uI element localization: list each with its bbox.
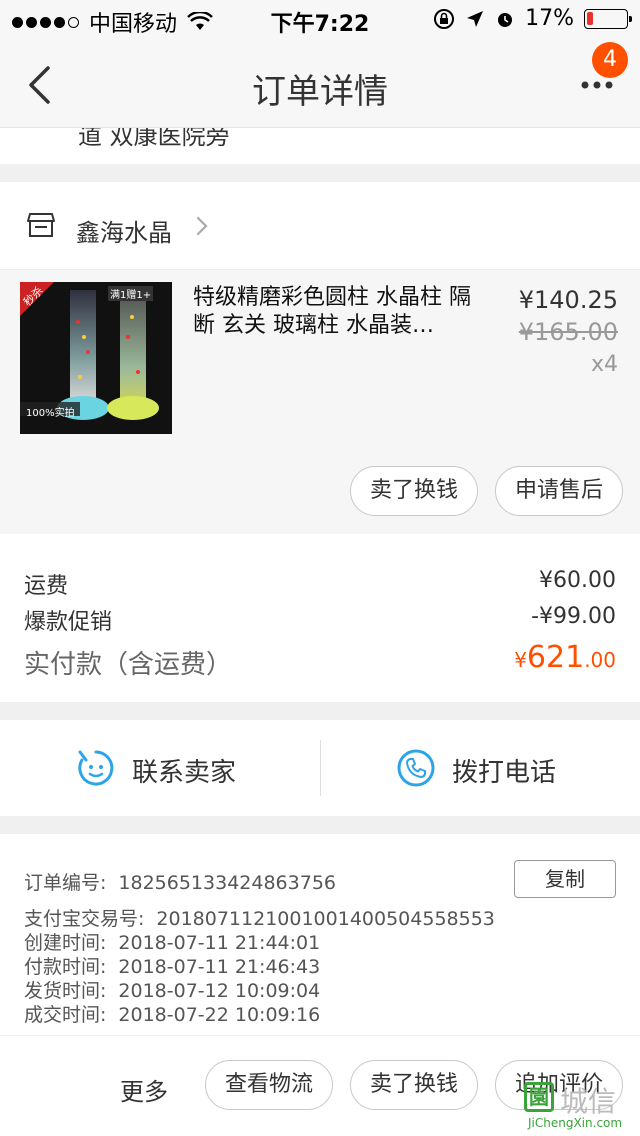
watermark-box: 園 <box>524 1082 554 1112</box>
battery-icon <box>584 8 632 29</box>
info-value: 2018-07-22 10:09:16 <box>118 1004 321 1026</box>
call-phone-button[interactable]: 拨打电话 <box>320 720 640 816</box>
promo-label: 爆款促销 <box>24 610 113 635</box>
status-bar: 中国移动 下午7:22 17% <box>0 0 640 40</box>
copy-button[interactable]: 复制 <box>514 860 616 898</box>
info-value: 2018071121001001400504558553 <box>156 908 495 930</box>
fee-summary: 运费 ¥60.00 爆款促销 -¥99.00 实付款（含运费） ¥621.00 <box>0 534 640 702</box>
product-price: ¥140.25 <box>518 286 618 314</box>
paid-time-row: 付款时间: 2018-07-11 21:46:43 <box>24 952 320 979</box>
alipay-number-row: 支付宝交易号: 2018071121001001400504558553 <box>24 904 495 931</box>
product-title: 特级精磨彩色圆柱 水晶柱 隔断 玄关 玻璃柱 水晶装… <box>193 285 471 338</box>
total-currency: ¥ <box>514 648 527 672</box>
promo-value: -¥99.00 <box>531 604 616 629</box>
status-right: 17% <box>433 6 632 31</box>
address-text: 道 双康医院旁 <box>78 128 230 150</box>
info-key: 成交时间: <box>24 1004 107 1026</box>
shipped-time-row: 发货时间: 2018-07-12 10:09:04 <box>24 976 320 1003</box>
shipping-label: 运费 <box>24 574 69 599</box>
store-icon <box>27 213 55 237</box>
battery-fill <box>587 11 593 25</box>
info-key: 付款时间: <box>24 956 107 978</box>
real-photo-tag: 100%实拍 <box>26 408 75 419</box>
info-key: 订单编号: <box>24 872 107 894</box>
created-time-row: 创建时间: 2018-07-11 21:44:01 <box>24 928 320 955</box>
after-sale-button[interactable]: 申请售后 <box>495 466 623 516</box>
sell-button[interactable]: 卖了换钱 <box>350 466 478 516</box>
total-label: 实付款（含运费） <box>24 650 233 680</box>
buy-one-get-one-tag: 满1赠1+ <box>108 286 154 301</box>
phone-icon <box>397 749 435 787</box>
contact-seller-label: 联系卖家 <box>132 758 237 788</box>
completed-time-row: 成交时间: 2018-07-22 10:09:16 <box>24 1000 320 1027</box>
watermark-en: JiChengXin.com <box>528 1116 623 1130</box>
info-key: 创建时间: <box>24 932 107 954</box>
product-image[interactable]: 秒杀 满1赠1+ 100%实拍 <box>20 282 172 434</box>
product-original-price: ¥165.00 <box>518 318 618 346</box>
alarm-icon <box>498 12 513 27</box>
notification-badge: 4 <box>592 42 628 78</box>
order-info: 订单编号: 182565133424863756 复制 支付宝交易号: 201807… <box>0 834 640 1036</box>
item-actions: 卖了换钱 申请售后 <box>0 446 640 534</box>
total-integer: 621 <box>526 640 585 675</box>
battery-percent: 17% <box>525 6 574 31</box>
sell-again-button[interactable]: 卖了换钱 <box>350 1060 478 1110</box>
info-value: 2018-07-11 21:46:43 <box>118 956 321 978</box>
info-value: 182565133424863756 <box>118 872 336 894</box>
info-key: 发货时间: <box>24 980 107 1002</box>
contact-bar: 联系卖家 拨打电话 <box>0 720 640 816</box>
info-value: 2018-07-11 21:44:01 <box>118 932 321 954</box>
call-phone-label: 拨打电话 <box>452 758 557 788</box>
shop-name: 鑫海水晶 <box>76 219 172 247</box>
product-quantity: x4 <box>590 352 618 377</box>
watermark-logo: 園 城信 JiChengXin.com <box>520 1078 634 1132</box>
total-value: ¥621.00 <box>514 640 616 675</box>
contact-seller-button[interactable]: 联系卖家 <box>0 720 320 816</box>
more-button[interactable]: 更多 <box>120 1072 168 1107</box>
total-decimal: .00 <box>584 648 616 672</box>
shipping-value: ¥60.00 <box>539 568 616 593</box>
shop-header[interactable]: 鑫海水晶 <box>0 182 640 270</box>
view-logistics-button[interactable]: 查看物流 <box>205 1060 333 1110</box>
chat-face-icon <box>78 750 114 786</box>
rotation-lock-icon <box>434 8 455 29</box>
order-item[interactable]: 秒杀 满1赠1+ 100%实拍 特级精磨彩色圆柱 水晶柱 隔断 玄关 玻璃柱 水… <box>0 270 640 446</box>
page-title: 订单详情 <box>252 72 388 112</box>
nav-bar: 订单详情 4 <box>0 40 640 128</box>
info-key: 支付宝交易号: <box>24 908 145 930</box>
shop-section: 鑫海水晶 秒杀 满1赠1+ 100%实拍 特级精磨彩色圆柱 水晶柱 隔断 玄关 … <box>0 182 640 534</box>
address-partial: 道 双康医院旁 <box>0 128 640 164</box>
chevron-right-icon <box>196 216 208 236</box>
watermark-cn: 城信 <box>560 1085 617 1118</box>
location-arrow-icon <box>467 10 484 27</box>
bottom-action-bar: 更多 查看物流 卖了换钱 追加评价 園 城信 JiChengXin.com <box>0 1036 640 1136</box>
info-value: 2018-07-12 10:09:04 <box>118 980 321 1002</box>
order-number-row: 订单编号: 182565133424863756 <box>24 868 336 895</box>
